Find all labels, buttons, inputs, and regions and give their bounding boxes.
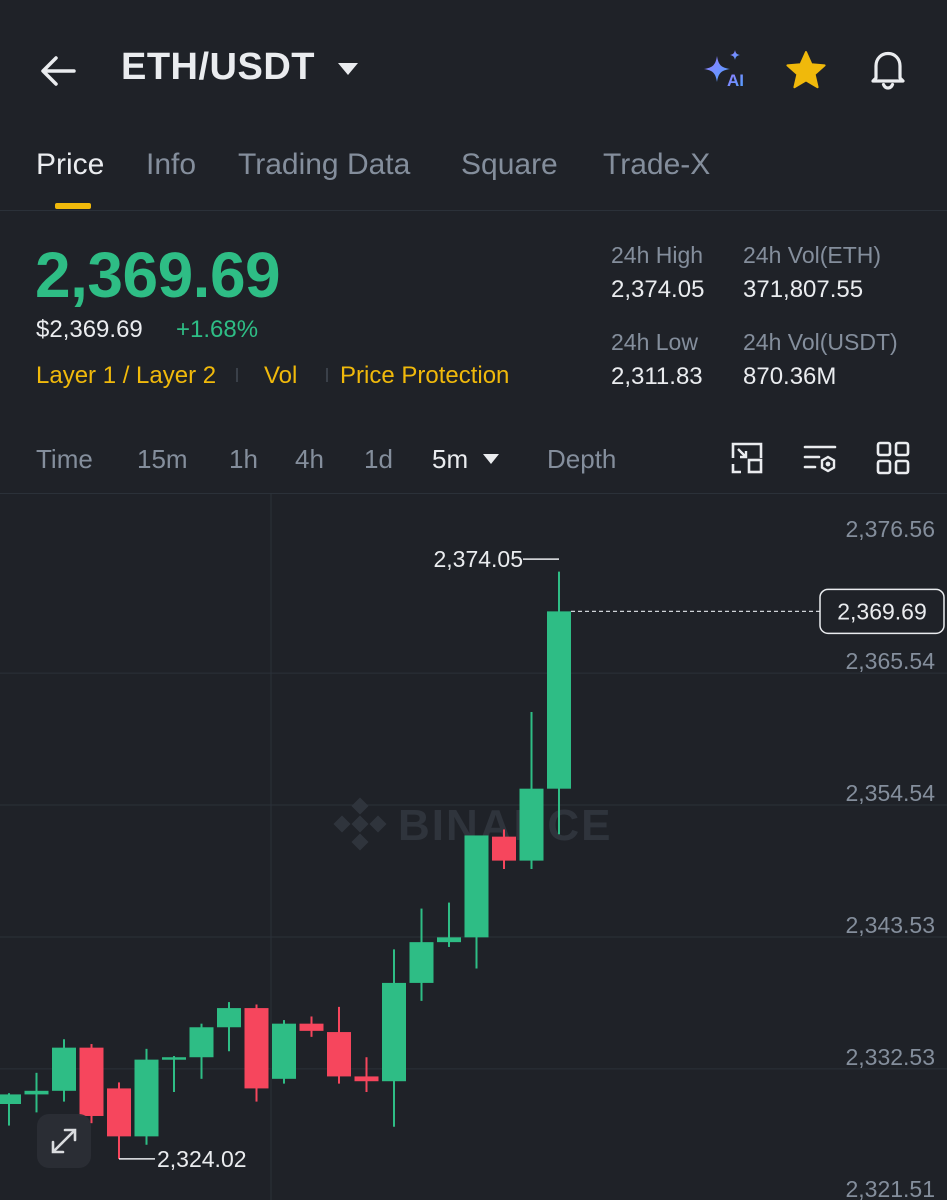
last-price: 2,369.69 <box>35 239 281 311</box>
tag-separator <box>326 368 328 382</box>
candlestick-chart[interactable]: BINANCE 2,374.052,324.022,369.69 2,376.5… <box>0 494 947 1200</box>
timeframe-1d[interactable]: 1d <box>364 444 393 475</box>
tab-price[interactable]: Price <box>36 148 104 182</box>
tag-separator <box>236 368 238 382</box>
vol-base-value: 371,807.55 <box>743 276 864 303</box>
timeframe-15m[interactable]: 15m <box>137 444 188 475</box>
tab-depth[interactable]: Depth <box>547 444 616 475</box>
y-tick-label: 2,354.54 <box>845 780 935 806</box>
candle-body <box>52 1047 76 1091</box>
favorite-button[interactable] <box>783 48 829 94</box>
candle-body <box>244 1008 269 1089</box>
vol-quote-value: 870.36M <box>743 363 837 390</box>
tab-trading-data[interactable]: Trading Data <box>238 148 410 182</box>
arrow-left-icon <box>41 56 76 86</box>
fullscreen-chart-button[interactable] <box>729 440 765 476</box>
low-marker-label: 2,324.02 <box>157 1146 247 1172</box>
candles <box>0 571 571 1159</box>
tabs-divider <box>0 210 947 211</box>
usd-price: $2,369.69 <box>36 316 143 343</box>
tab-trade-x[interactable]: Trade-X <box>603 148 710 182</box>
candle-body <box>0 1094 21 1104</box>
tab-info[interactable]: Info <box>146 148 196 182</box>
low-value: 2,311.83 <box>611 363 703 390</box>
price-change-percent: +1.68% <box>176 316 259 343</box>
expand-chart-button[interactable] <box>37 1114 91 1168</box>
active-tab-indicator <box>55 203 91 209</box>
y-tick-label: 2,376.56 <box>845 516 935 542</box>
tag-price-protection[interactable]: Price Protection <box>340 362 509 390</box>
low-label: 24h Low <box>611 329 698 355</box>
tag-vol[interactable]: Vol <box>264 362 297 390</box>
timeframe-time[interactable]: Time <box>36 444 93 475</box>
candle-body <box>354 1076 379 1082</box>
candle-body <box>382 982 406 1082</box>
grid-layout-button[interactable] <box>875 440 911 476</box>
candle-body <box>409 942 434 983</box>
y-tick-label: 2,343.53 <box>845 912 935 938</box>
star-icon <box>786 51 826 89</box>
y-tick-label: 2,321.51 <box>845 1176 935 1200</box>
timeframe-1h[interactable]: 1h <box>229 444 258 475</box>
pair-dropdown-button[interactable] <box>336 60 360 78</box>
caret-down-icon <box>338 63 358 75</box>
candle-body <box>217 1008 241 1028</box>
candle-body <box>162 1057 186 1060</box>
candle-body <box>272 1023 296 1079</box>
timeframe-4h[interactable]: 4h <box>295 444 324 475</box>
candle-body <box>107 1088 131 1137</box>
pair-title[interactable]: ETH/USDT <box>121 46 315 89</box>
tag-layer[interactable]: Layer 1 / Layer 2 <box>36 362 216 390</box>
candle-body <box>519 788 544 861</box>
candle-body <box>134 1059 159 1137</box>
candle-body <box>327 1032 351 1077</box>
expand-icon <box>51 1128 77 1154</box>
ai-sparkle-icon: AI <box>704 50 744 90</box>
candle-body <box>437 937 461 943</box>
vol-quote-label: 24h Vol(USDT) <box>743 329 898 355</box>
back-button[interactable] <box>36 48 82 94</box>
current-price-tag-label: 2,369.69 <box>837 598 927 624</box>
bell-icon <box>871 51 905 90</box>
high-value: 2,374.05 <box>611 276 705 303</box>
candle-body <box>299 1023 324 1031</box>
timeframe-5m[interactable]: 5m <box>432 444 468 475</box>
high-label: 24h High <box>611 242 704 268</box>
fullscreen-chart-icon <box>731 442 763 474</box>
caret-down-icon <box>483 454 499 464</box>
tab-square[interactable]: Square <box>461 148 558 182</box>
candle-body <box>79 1047 104 1116</box>
indicator-settings-button[interactable] <box>802 440 838 476</box>
y-tick-label: 2,332.53 <box>845 1044 935 1070</box>
grid-layout-icon <box>876 441 910 475</box>
candle-body <box>464 835 489 938</box>
vol-base-label: 24h Vol(ETH) <box>743 242 882 268</box>
indicator-settings-icon <box>803 445 837 473</box>
price-alert-button[interactable] <box>865 46 911 92</box>
timeframe-dropdown-button[interactable] <box>482 452 500 466</box>
ai-button[interactable]: AI <box>700 48 750 90</box>
candle-body <box>24 1090 49 1095</box>
high-marker-label: 2,374.05 <box>433 546 523 572</box>
candle-body <box>492 836 516 861</box>
y-tick-label: 2,365.54 <box>845 648 935 674</box>
candle-body <box>189 1027 214 1058</box>
ai-label: AI <box>727 71 744 90</box>
candle-body <box>547 611 571 789</box>
